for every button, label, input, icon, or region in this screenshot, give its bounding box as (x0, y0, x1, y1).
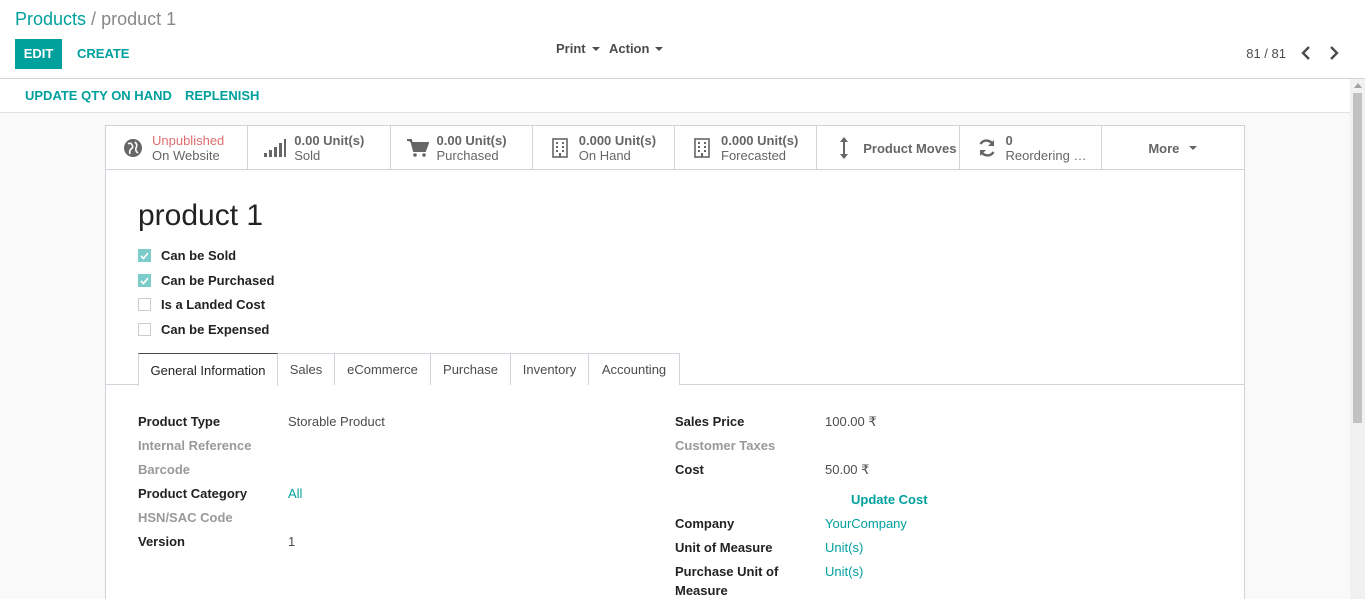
unit-of-measure-label: Unit of Measure (675, 540, 773, 555)
smart-button-box: Unpublished On Website 0.00 Unit(s) Sold 0… (106, 126, 1244, 170)
purchase-uom-label-line-2: Measure (675, 583, 728, 598)
sales-price-value[interactable]: 100.00 ₹ (825, 414, 877, 430)
more-label: More (1148, 140, 1180, 156)
checkbox-checked-icon[interactable] (138, 274, 151, 287)
statusbar: UPDATE QTY ON HAND REPLENISH (0, 79, 1350, 113)
tab-inventory[interactable]: Inventory (510, 353, 589, 385)
version-value[interactable]: 1 (288, 534, 295, 549)
sold-label: Sold (294, 148, 321, 163)
checkbox-label: Can be Purchased (161, 273, 275, 288)
form-sheet: Unpublished On Website 0.00 Unit(s) Sold 0… (105, 125, 1245, 599)
checkbox-checked-icon[interactable] (138, 249, 151, 262)
scrollbar[interactable] (1350, 79, 1365, 599)
cart-icon (405, 137, 431, 159)
pager-value[interactable]: 81 / 81 (1246, 46, 1286, 61)
scroll-up-icon[interactable] (1354, 83, 1362, 88)
company-value[interactable]: YourCompany (825, 516, 907, 531)
unit-of-measure-value[interactable]: Unit(s) (825, 540, 863, 555)
more-dropdown[interactable]: More (1102, 126, 1244, 170)
website-status: Unpublished (152, 133, 225, 148)
breadcrumb-products-link[interactable]: Products (15, 9, 86, 29)
sold-value: 0.00 Unit(s) (294, 133, 365, 148)
edit-button[interactable]: EDIT (15, 39, 62, 69)
caret-down-icon (655, 46, 664, 51)
checkbox-label: Can be Expensed (161, 322, 270, 337)
replenish-button[interactable]: REPLENISH (185, 88, 259, 103)
on-hand-label: On Hand (578, 148, 631, 163)
smart-button-sold[interactable]: 0.00 Unit(s) Sold (248, 126, 391, 170)
breadcrumb-separator: / (91, 9, 97, 29)
control-panel: Products / product 1 EDIT CREATE Print Act… (0, 0, 1365, 79)
caret-down-icon (1189, 146, 1198, 150)
update-cost-button[interactable]: Update Cost (851, 492, 928, 507)
smart-button-website[interactable]: Unpublished On Website (106, 126, 249, 170)
tab-general-information[interactable]: General Information (138, 353, 278, 386)
product-type-value[interactable]: Storable Product (288, 414, 385, 429)
smart-button-on-hand[interactable]: 0.000 Unit(s) On Hand (533, 126, 675, 170)
tab-accounting[interactable]: Accounting (588, 353, 680, 385)
customer-taxes-label: Customer Taxes (675, 438, 776, 453)
purchased-value: 0.00 Unit(s) (436, 133, 507, 148)
smart-button-reordering[interactable]: 0Reordering Rules (960, 126, 1102, 170)
print-label: Print (556, 41, 586, 56)
building-icon (689, 137, 715, 159)
forecasted-value: 0.000 Unit(s) (721, 133, 799, 148)
product-type-label: Product Type (138, 414, 221, 429)
checkbox-unchecked-icon[interactable] (138, 298, 151, 311)
checkbox-is-landed-cost[interactable]: Is a Landed Cost (138, 297, 265, 312)
internal-reference-label: Internal Reference (138, 438, 252, 453)
create-button[interactable]: CREATE (70, 39, 136, 69)
checkbox-can-be-expensed[interactable]: Can be Expensed (138, 322, 269, 337)
version-label: Version (138, 534, 185, 549)
building-icon (547, 137, 573, 159)
checkbox-unchecked-icon[interactable] (138, 323, 151, 336)
reordering-value: 0 (1005, 133, 1013, 148)
barcode-label: Barcode (138, 462, 191, 477)
checkbox-can-be-purchased[interactable]: Can be Purchased (138, 273, 274, 288)
smart-button-product-moves[interactable]: Product Moves (817, 126, 960, 170)
tab-ecommerce[interactable]: eCommerce (335, 353, 431, 385)
chevron-right-icon[interactable] (1326, 44, 1342, 62)
tab-sales[interactable]: Sales (278, 353, 335, 385)
breadcrumb: Products / product 1 (15, 9, 176, 30)
cost-label: Cost (675, 462, 704, 477)
smart-button-forecasted[interactable]: 0.000 Unit(s) Forecasted (675, 126, 818, 170)
company-label: Company (675, 516, 735, 531)
website-label: On Website (152, 148, 220, 163)
forecasted-label: Forecasted (721, 148, 787, 163)
caret-down-icon (591, 46, 600, 51)
notebook-tabs: General Information Sales eCommerce Purc… (106, 353, 1244, 386)
reordering-label: Reordering Rules (1005, 148, 1094, 163)
checkbox-label: Is a Landed Cost (161, 297, 266, 312)
chevron-left-icon[interactable] (1298, 44, 1314, 62)
product-category-value[interactable]: All (288, 486, 302, 501)
purchase-uom-label: Purchase Unit of Measure (675, 564, 778, 599)
sales-price-label: Sales Price (675, 414, 745, 429)
tab-purchase[interactable]: Purchase (430, 353, 511, 385)
refresh-icon (974, 137, 1000, 159)
signal-icon (262, 137, 288, 159)
on-hand-value: 0.000 Unit(s) (578, 133, 657, 148)
product-moves-label: Product Moves (863, 140, 957, 156)
action-label: Action (609, 41, 650, 56)
purchase-uom-label-line-1: Purchase Unit of (675, 564, 779, 579)
print-dropdown[interactable]: Print (556, 41, 600, 56)
product-name[interactable]: product 1 (138, 199, 263, 233)
hsn-sac-code-label: HSN/SAC Code (138, 510, 233, 525)
product-category-label: Product Category (138, 486, 248, 501)
cost-value[interactable]: 50.00 ₹ (825, 462, 869, 478)
scroll-thumb[interactable] (1353, 93, 1362, 423)
smart-button-purchased[interactable]: 0.00 Unit(s) Purchased (391, 126, 533, 170)
globe-icon (120, 137, 146, 159)
breadcrumb-current: product 1 (101, 9, 177, 29)
checkbox-label: Can be Sold (161, 248, 237, 263)
checkbox-can-be-sold[interactable]: Can be Sold (138, 248, 236, 263)
action-dropdown[interactable]: Action (609, 41, 664, 56)
purchased-label: Purchased (436, 148, 499, 163)
purchase-uom-value[interactable]: Unit(s) (825, 564, 863, 579)
arrows-v-icon (831, 137, 857, 159)
update-qty-button[interactable]: UPDATE QTY ON HAND (25, 88, 172, 103)
